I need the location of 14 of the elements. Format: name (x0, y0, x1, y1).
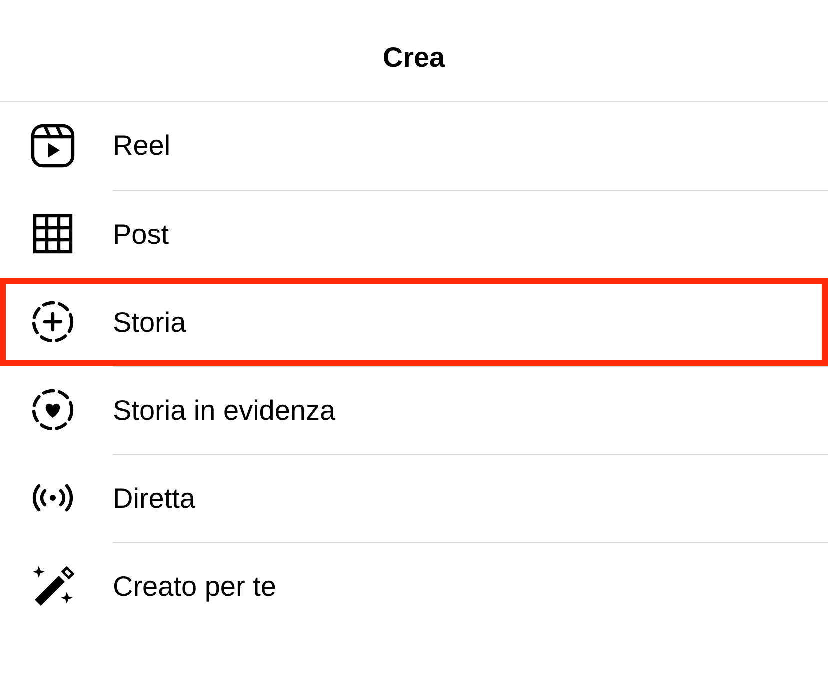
menu-item[interactable]: Storia (0, 278, 828, 366)
menu-item-label: Diretta (113, 482, 196, 514)
menu-item-label: Storia (113, 306, 186, 338)
menu-item[interactable]: Creato per te (0, 542, 828, 630)
sheet-title: Crea (382, 42, 446, 74)
video-icon (28, 122, 76, 170)
menu-item[interactable]: Reel (0, 102, 828, 190)
menu-item[interactable]: Storia in evidenza (0, 366, 828, 454)
menu-item[interactable]: Diretta (0, 454, 828, 542)
menu-item-label: Reel (113, 130, 171, 162)
menu-item-label: Post (113, 218, 170, 250)
menu-item-label: Storia in evidenza (113, 394, 336, 426)
menu-item-label: Creato per te (113, 570, 276, 602)
menu-item[interactable]: Post (0, 190, 828, 278)
